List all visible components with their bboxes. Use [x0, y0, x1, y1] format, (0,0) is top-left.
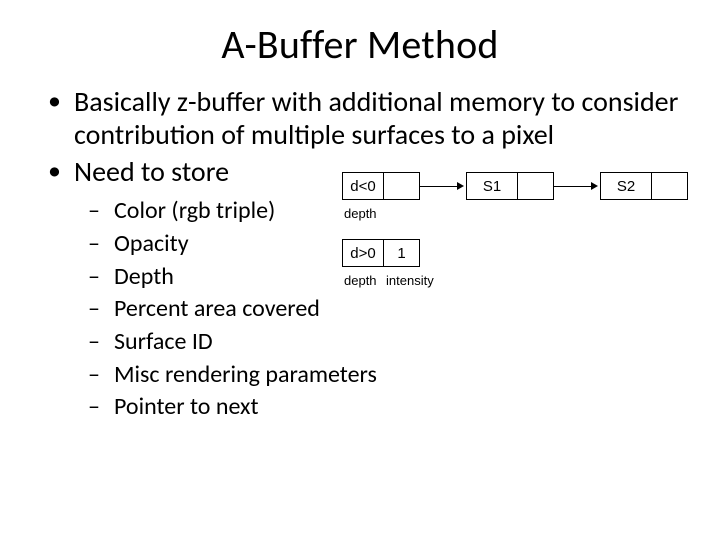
sub-bullet-text: Depth: [114, 262, 174, 291]
pointer-cell: [517, 173, 553, 199]
label-depth: depth: [344, 273, 386, 288]
sub-bullet-item: Misc rendering parameters: [88, 360, 680, 391]
diagram-row-labels: depth: [342, 206, 712, 221]
pointer-cell: [651, 173, 687, 199]
page-title: A-Buffer Method: [40, 20, 680, 69]
sub-bullet-text: Percent area covered: [114, 294, 320, 323]
sub-bullet-text: Color (rgb triple): [114, 196, 275, 225]
bullet-item: Basically z-buffer with additional memor…: [46, 85, 680, 151]
sub-bullet-text: Surface ID: [114, 327, 213, 356]
label-depth: depth: [344, 206, 386, 221]
surface-cell: S2: [601, 173, 651, 199]
sub-bullet-text: Misc rendering parameters: [114, 360, 377, 389]
surface-cell: S1: [467, 173, 517, 199]
diagram: d<0 S1 S2 depth d>0 1 de: [342, 172, 712, 288]
depth-cell-group: d>0 1: [342, 239, 420, 267]
diagram-row-single: d>0 1: [342, 239, 712, 267]
sub-bullet-item: Surface ID: [88, 327, 680, 358]
bullet-text: Need to store: [74, 154, 229, 189]
bullet-text: Basically z-buffer with additional memor…: [74, 84, 678, 152]
label-intensity: intensity: [386, 273, 442, 288]
intensity-cell: 1: [383, 240, 419, 266]
diagram-row-labels: depth intensity: [342, 273, 712, 288]
arrow-icon: [420, 186, 464, 187]
sub-bullet-text: Opacity: [114, 229, 189, 258]
sub-bullet-text: Pointer to next: [114, 392, 259, 421]
diagram-row-linked: d<0 S1 S2: [342, 172, 712, 200]
sub-bullet-item: Pointer to next: [88, 392, 680, 423]
surface-node: S2: [600, 172, 688, 200]
sub-bullet-item: Percent area covered: [88, 294, 680, 325]
surface-node: S1: [466, 172, 554, 200]
pointer-cell: [383, 173, 419, 199]
depth-cell-group: d<0: [342, 172, 420, 200]
arrow-icon: [554, 186, 598, 187]
depth-cell: d>0: [343, 240, 383, 266]
depth-cell: d<0: [343, 173, 383, 199]
slide: A-Buffer Method Basically z-buffer with …: [0, 0, 720, 540]
